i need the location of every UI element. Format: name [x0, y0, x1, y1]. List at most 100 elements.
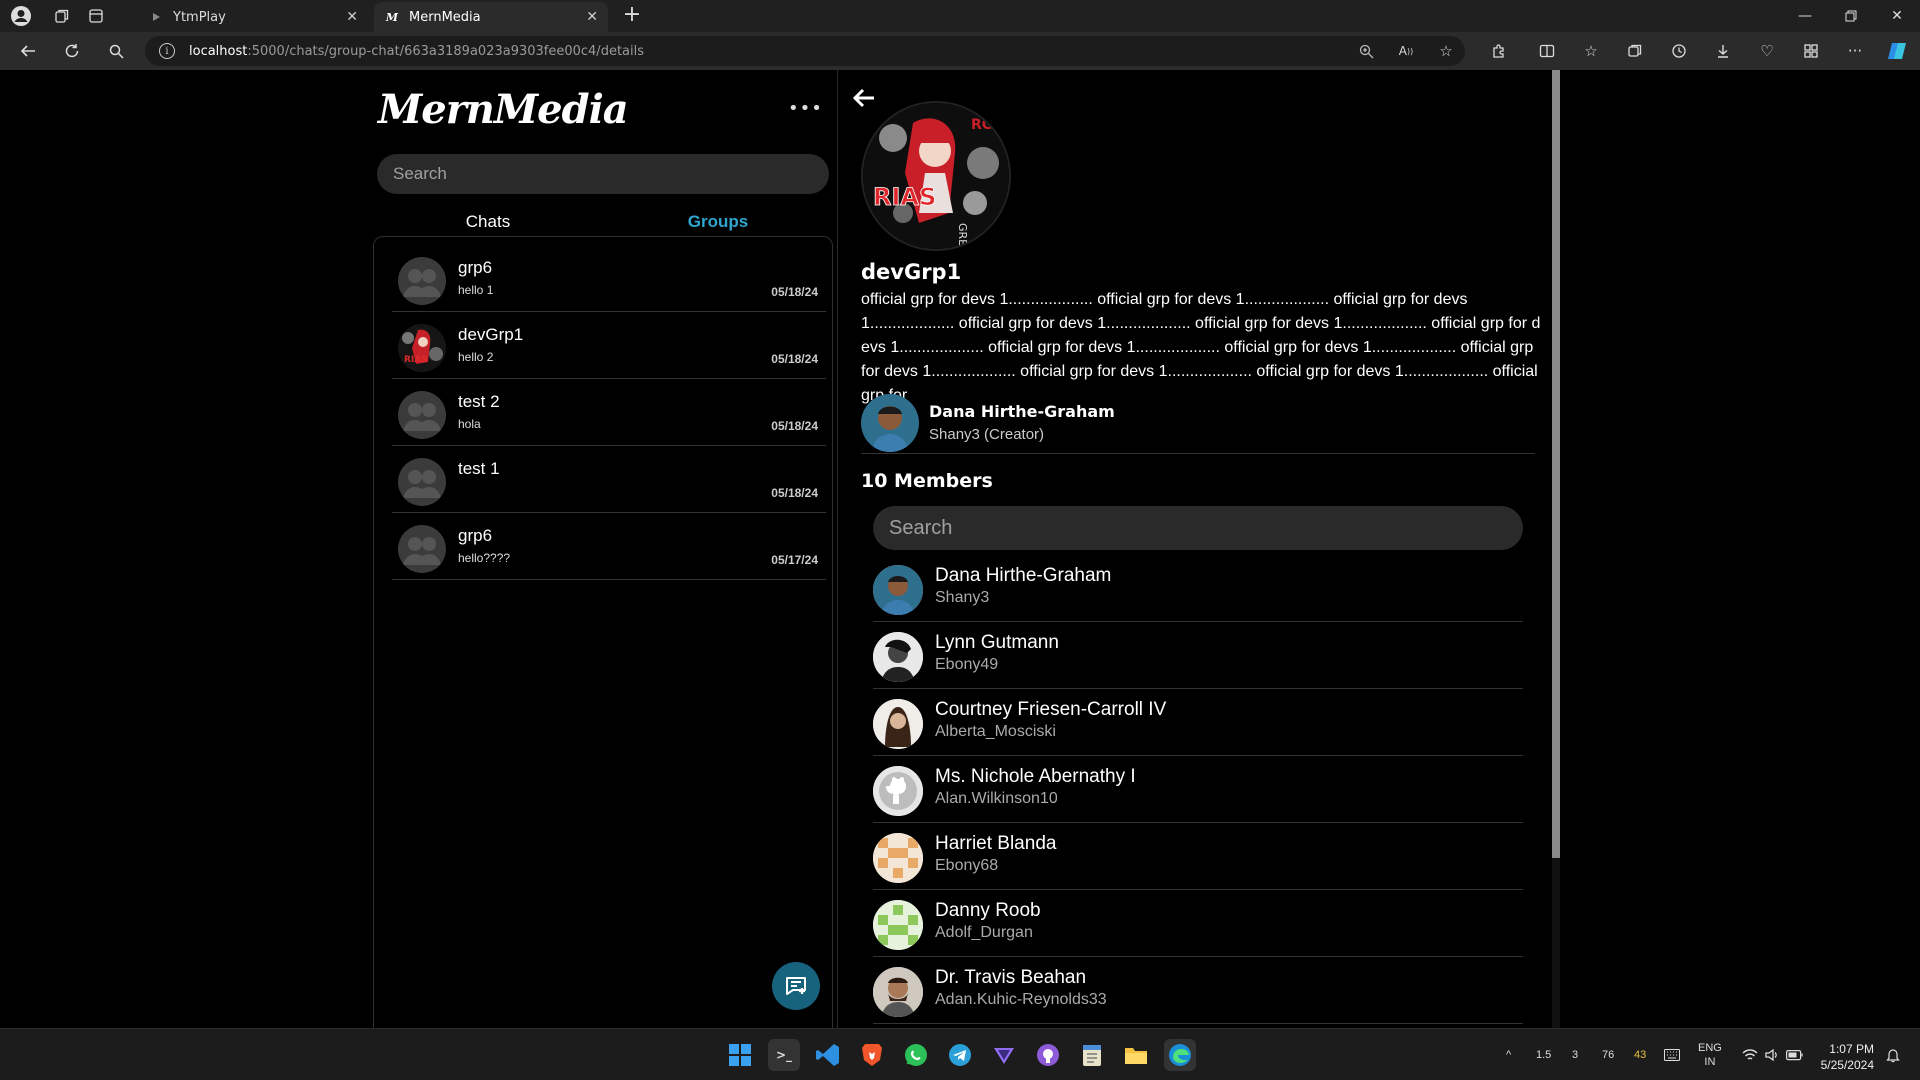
- system-clock[interactable]: 1:07 PM 5/25/2024: [1821, 1041, 1874, 1073]
- favorite-star-icon[interactable]: ☆: [1434, 40, 1458, 62]
- app-logo[interactable]: MernMedia: [378, 86, 629, 133]
- tray-value: 3: [1572, 1049, 1579, 1061]
- github-desktop-icon[interactable]: [1032, 1039, 1064, 1071]
- message-date: 05/18/24: [771, 352, 818, 366]
- creator-name: Dana Hirthe-Graham: [929, 402, 1115, 421]
- group-name: test 2: [458, 392, 500, 411]
- downloads-icon[interactable]: [1711, 40, 1735, 62]
- group-creator[interactable]: Dana Hirthe-Graham Shany3 (Creator): [861, 392, 1535, 454]
- vscode-icon[interactable]: [812, 1039, 844, 1071]
- list-item[interactable]: test 2 hola 05/18/24: [392, 379, 826, 446]
- read-aloud-icon[interactable]: A)): [1394, 40, 1418, 62]
- svg-text:RIAS: RIAS: [873, 183, 936, 211]
- tab-ytmplay[interactable]: YtmPlay ✕: [138, 2, 368, 32]
- favorites-icon[interactable]: ☆: [1579, 40, 1603, 62]
- restore-icon[interactable]: [1828, 0, 1874, 32]
- member-name: Dr. Travis Beahan: [935, 967, 1087, 988]
- search-icon[interactable]: [102, 38, 130, 64]
- member-row[interactable]: Courtney Friesen-Carroll IV Alberta_Mosc…: [873, 689, 1523, 756]
- file-explorer-icon[interactable]: [1120, 1039, 1152, 1071]
- site-info-icon[interactable]: i: [159, 43, 175, 59]
- edge-icon[interactable]: [1164, 1039, 1196, 1071]
- tray-chevron-icon[interactable]: ^: [1506, 1029, 1511, 1080]
- workspaces-icon[interactable]: [51, 5, 73, 27]
- tab-mernmedia[interactable]: M MernMedia ✕: [374, 2, 608, 32]
- tab-label: YtmPlay: [173, 9, 226, 25]
- github-icon: [873, 766, 923, 816]
- terminal-icon[interactable]: >_: [768, 1039, 800, 1071]
- brave-icon[interactable]: [856, 1039, 888, 1071]
- member-row[interactable]: Dr. Travis Beahan Adan.Kuhic-Reynolds33: [873, 957, 1523, 1024]
- member-row[interactable]: Danny Roob Adolf_Durgan: [873, 890, 1523, 957]
- last-message: hello????: [458, 551, 511, 565]
- taskbar: >_ ^ 1.5 3 76 43 ENG IN 1:07 PM 5/25/202…: [0, 1028, 1920, 1080]
- split-screen-icon[interactable]: [1535, 40, 1559, 62]
- collections-icon[interactable]: [1623, 40, 1647, 62]
- tab-label: MernMedia: [409, 9, 481, 25]
- volume-icon[interactable]: [1764, 1029, 1780, 1080]
- apps-icon[interactable]: [1799, 40, 1823, 62]
- battery-icon[interactable]: [1786, 1029, 1804, 1080]
- panel-divider: [837, 70, 838, 1028]
- language-indicator[interactable]: ENG IN: [1698, 1029, 1722, 1080]
- list-item[interactable]: test 1 05/18/24: [392, 446, 826, 513]
- language-code: ENG: [1698, 1042, 1722, 1054]
- zoom-icon[interactable]: [1354, 40, 1378, 62]
- member-row[interactable]: Lynn Gutmann Ebony49: [873, 622, 1523, 689]
- group-description: official grp for devs 1.................…: [861, 291, 1541, 404]
- refresh-icon[interactable]: [58, 38, 86, 64]
- browser-essentials-icon[interactable]: ♡: [1755, 40, 1779, 62]
- last-message: hola: [458, 417, 481, 431]
- notification-bell-icon[interactable]: [1886, 1029, 1900, 1080]
- telegram-icon[interactable]: [944, 1039, 976, 1071]
- close-icon[interactable]: ✕: [586, 9, 598, 25]
- list-item[interactable]: grp6 hello 1 05/18/24: [392, 245, 826, 312]
- copilot-icon[interactable]: [1885, 40, 1909, 62]
- group-list: grp6 hello 1 05/18/24 RIAS devGrp1 hello…: [373, 236, 833, 1028]
- avatar: [873, 565, 923, 615]
- list-item[interactable]: grp6 hello???? 05/17/24: [392, 513, 826, 580]
- group-title: devGrp1: [861, 260, 962, 284]
- minimize-icon[interactable]: —: [1782, 0, 1828, 32]
- scrollbar-thumb[interactable]: [1552, 70, 1560, 858]
- tray-value: 76: [1602, 1049, 1615, 1061]
- url-path: :5000/chats/group-chat/663a3189a023a9303…: [247, 43, 644, 59]
- member-row[interactable]: Dana Hirthe-Graham Shany3: [873, 555, 1523, 622]
- group-name: test 1: [458, 459, 500, 478]
- tray-value: 43: [1634, 1049, 1647, 1061]
- group-profile-image[interactable]: RIAS RG GREMO: [861, 101, 1011, 251]
- url-field[interactable]: i localhost:5000/chats/group-chat/663a31…: [145, 36, 1465, 66]
- proton-vpn-icon[interactable]: [988, 1039, 1020, 1071]
- more-options-icon[interactable]: •••: [788, 98, 823, 119]
- member-username: Alberta_Mosciski: [935, 723, 1056, 740]
- member-search-input[interactable]: [873, 506, 1523, 550]
- member-username: Ebony49: [935, 656, 999, 673]
- address-bar-row: i localhost:5000/chats/group-chat/663a31…: [0, 32, 1920, 70]
- svg-text:RIAS: RIAS: [404, 355, 428, 365]
- notepad-icon[interactable]: [1076, 1039, 1108, 1071]
- whatsapp-icon[interactable]: [900, 1039, 932, 1071]
- group-name: grp6: [458, 526, 493, 545]
- tab-actions-icon[interactable]: [85, 5, 107, 27]
- profile-icon[interactable]: [10, 5, 32, 27]
- list-item[interactable]: RIAS devGrp1 hello 2 05/18/24: [392, 312, 826, 379]
- new-chat-button[interactable]: [772, 962, 820, 1010]
- new-tab-button[interactable]: +: [620, 4, 644, 28]
- back-arrow-icon[interactable]: [851, 86, 877, 110]
- extensions-icon[interactable]: [1487, 40, 1511, 62]
- wifi-icon[interactable]: [1742, 1029, 1758, 1080]
- close-window-icon[interactable]: ✕: [1874, 0, 1920, 32]
- member-row[interactable]: Ms. Nichole Abernathy I Alan.Wilkinson10: [873, 756, 1523, 823]
- svg-text:RG: RG: [971, 117, 993, 133]
- page-viewport: MernMedia ••• Chats Groups grp6 hello 1 …: [5, 70, 1915, 1028]
- history-icon[interactable]: [1667, 40, 1691, 62]
- clock-date: 5/25/2024: [1820, 1058, 1874, 1072]
- keyboard-icon[interactable]: [1664, 1029, 1680, 1080]
- settings-more-icon[interactable]: ···: [1843, 40, 1867, 62]
- windows-start-icon[interactable]: [724, 1039, 756, 1071]
- member-row[interactable]: Harriet Blanda Ebony68: [873, 823, 1523, 890]
- back-icon[interactable]: [14, 38, 42, 64]
- page-scrollbar[interactable]: [1552, 70, 1560, 1028]
- close-icon[interactable]: ✕: [346, 9, 358, 25]
- chat-search-input[interactable]: [377, 154, 829, 194]
